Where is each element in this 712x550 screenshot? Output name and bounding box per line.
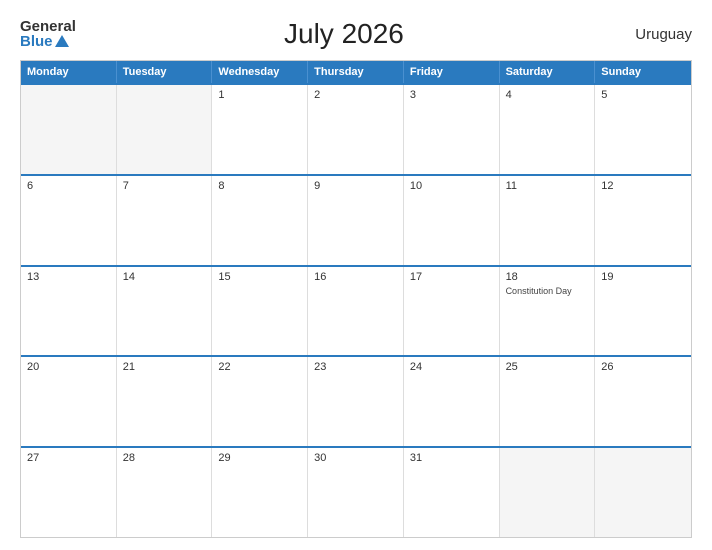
day-11: 11: [500, 176, 596, 265]
header-sunday: Sunday: [595, 61, 691, 83]
logo-general-text: General: [20, 19, 76, 34]
day-12: 12: [595, 176, 691, 265]
week-3: 13 14 15 16 17 18 Constitution Day 19: [21, 265, 691, 356]
header: General Blue July 2026 Uruguay: [20, 18, 692, 50]
logo-triangle-icon: [55, 35, 69, 47]
header-monday: Monday: [21, 61, 117, 83]
day-8: 8: [212, 176, 308, 265]
day-6: 6: [21, 176, 117, 265]
week-5: 27 28 29 30 31: [21, 446, 691, 537]
day-15: 15: [212, 267, 308, 356]
day-16: 16: [308, 267, 404, 356]
day-9: 9: [308, 176, 404, 265]
week-4: 20 21 22 23 24 25 26: [21, 355, 691, 446]
header-wednesday: Wednesday: [212, 61, 308, 83]
day-5: 5: [595, 85, 691, 174]
country-label: Uruguay: [612, 26, 692, 43]
constitution-day-event: Constitution Day: [506, 286, 572, 296]
logo-blue-label: Blue: [20, 34, 53, 49]
day-30: 30: [308, 448, 404, 537]
logo-blue-text: Blue: [20, 34, 69, 49]
week-1: 1 2 3 4 5: [21, 83, 691, 174]
day-29: 29: [212, 448, 308, 537]
calendar-header: Monday Tuesday Wednesday Thursday Friday…: [21, 61, 691, 83]
day-empty-2: [117, 85, 213, 174]
week-2: 6 7 8 9 10 11 12: [21, 174, 691, 265]
header-tuesday: Tuesday: [117, 61, 213, 83]
day-23: 23: [308, 357, 404, 446]
day-empty-4: [595, 448, 691, 537]
day-1: 1: [212, 85, 308, 174]
calendar-body: 1 2 3 4 5 6 7 8 9 10 11 12 13 14 15: [21, 83, 691, 537]
day-25: 25: [500, 357, 596, 446]
day-22: 22: [212, 357, 308, 446]
day-24: 24: [404, 357, 500, 446]
day-27: 27: [21, 448, 117, 537]
day-31: 31: [404, 448, 500, 537]
day-21: 21: [117, 357, 213, 446]
day-17: 17: [404, 267, 500, 356]
day-2: 2: [308, 85, 404, 174]
calendar: Monday Tuesday Wednesday Thursday Friday…: [20, 60, 692, 538]
day-14: 14: [117, 267, 213, 356]
day-26: 26: [595, 357, 691, 446]
day-7: 7: [117, 176, 213, 265]
logo: General Blue: [20, 19, 76, 49]
day-3: 3: [404, 85, 500, 174]
day-18: 18 Constitution Day: [500, 267, 596, 356]
day-10: 10: [404, 176, 500, 265]
day-19: 19: [595, 267, 691, 356]
header-friday: Friday: [404, 61, 500, 83]
page: General Blue July 2026 Uruguay Monday Tu…: [0, 0, 712, 550]
day-28: 28: [117, 448, 213, 537]
day-empty-3: [500, 448, 596, 537]
header-thursday: Thursday: [308, 61, 404, 83]
day-13: 13: [21, 267, 117, 356]
day-empty-1: [21, 85, 117, 174]
day-4: 4: [500, 85, 596, 174]
day-20: 20: [21, 357, 117, 446]
header-saturday: Saturday: [500, 61, 596, 83]
calendar-title: July 2026: [76, 18, 612, 50]
